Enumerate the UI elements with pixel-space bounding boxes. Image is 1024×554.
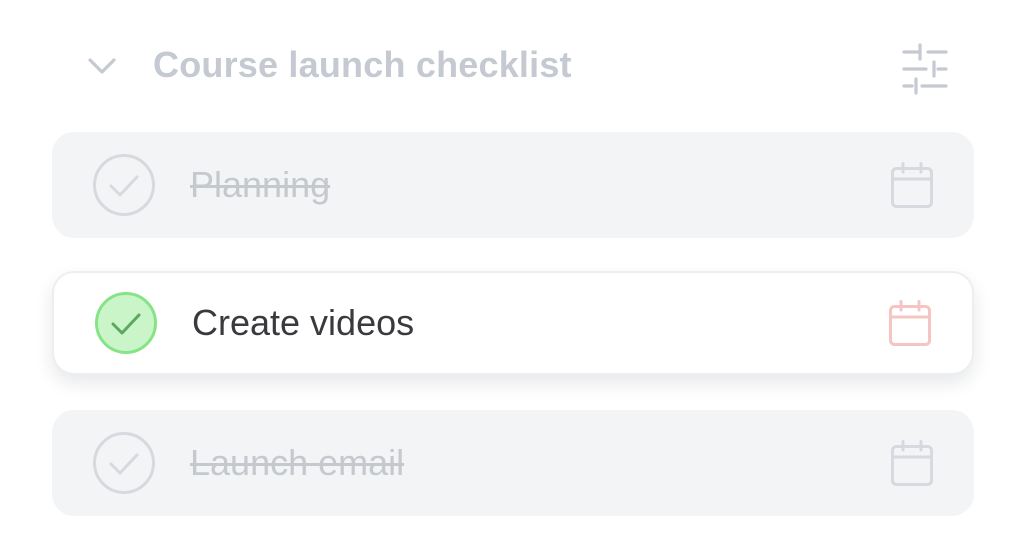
task-label: Launch email <box>190 442 405 483</box>
task-row-launch-email[interactable]: Launch email <box>52 410 974 516</box>
checkmark-circle-icon[interactable] <box>92 431 156 495</box>
sliders-icon[interactable] <box>900 42 952 96</box>
checkmark-circle-icon[interactable] <box>92 153 156 217</box>
calendar-icon[interactable] <box>888 299 932 347</box>
checklist-header: Course launch checklist <box>52 28 972 108</box>
task-label: Create videos <box>192 302 415 343</box>
calendar-icon[interactable] <box>890 161 934 209</box>
task-label: Planning <box>190 164 331 205</box>
chevron-down-icon[interactable] <box>82 50 122 82</box>
task-row-planning[interactable]: Planning <box>52 132 974 238</box>
task-row-create-videos[interactable]: Create videos <box>52 271 974 375</box>
checklist-panel: Course launch checklist Planning Create … <box>0 0 1024 554</box>
checkmark-circle-icon[interactable] <box>94 291 158 355</box>
checklist-title: Course launch checklist <box>153 44 572 85</box>
calendar-icon[interactable] <box>890 439 934 487</box>
